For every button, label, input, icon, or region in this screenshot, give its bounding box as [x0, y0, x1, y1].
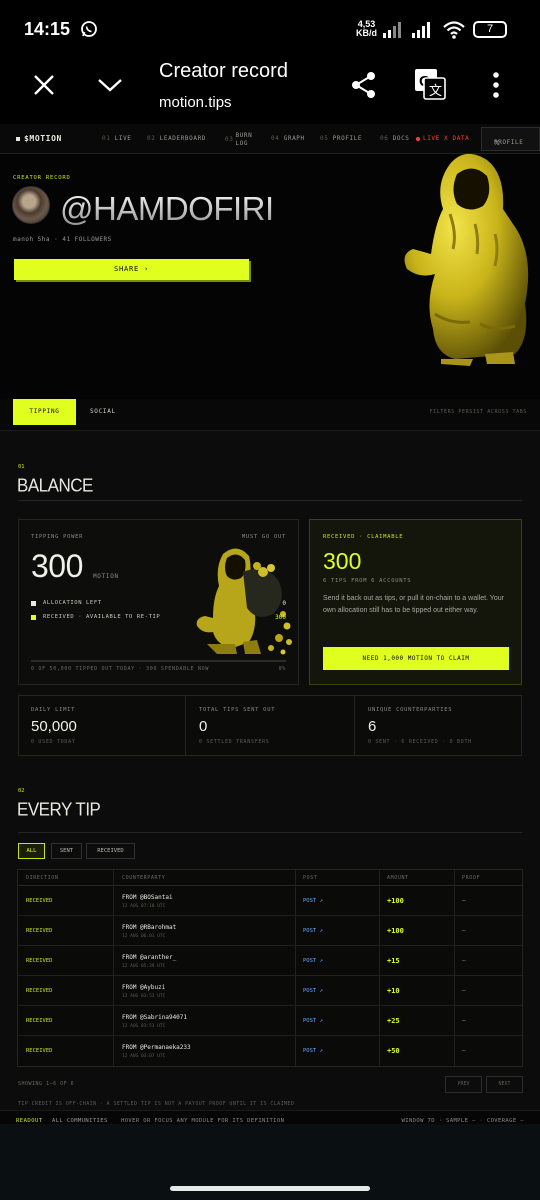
- balance-heading: BALANCE: [17, 475, 93, 496]
- page-url: motion.tips: [159, 94, 232, 111]
- translate-icon[interactable]: G文: [414, 68, 446, 100]
- filter-received[interactable]: RECEIVED: [86, 843, 135, 859]
- next-button[interactable]: NEXT: [486, 1076, 523, 1093]
- table-row[interactable]: RECEIVED FROM @Aybuzi 12 AUG 03:53 UTC P…: [18, 976, 522, 1006]
- table-row[interactable]: RECEIVED FROM @BOSantai 12 AUG 07:10 UTC…: [18, 886, 522, 916]
- pagination-summary: SHOWING 1–6 OF 6: [18, 1081, 75, 1087]
- table-row[interactable]: RECEIVED FROM @Permanaeka233 12 AUG 03:0…: [18, 1036, 522, 1066]
- tipping-power-value: 300: [31, 548, 83, 584]
- nav-item-graph[interactable]: 04 GRAPH: [271, 135, 305, 142]
- stat-total-tips[interactable]: TOTAL TIPS SENT OUT 0 0 SETTLED TRANSFER…: [187, 696, 355, 755]
- legend-received: RECEIVED · AVAILABLE TO RE-TIP 300: [31, 614, 286, 622]
- tipping-power-unit: MOTION: [93, 573, 119, 580]
- signal-icon-2: [412, 22, 430, 38]
- power-footer: 0 OF 50,000 TIPPED OUT TODAY · 300 SPEND…: [31, 666, 210, 672]
- creator-meta: manoh Sha · 41 FOLLOWERS: [13, 236, 112, 243]
- whatsapp-icon: [81, 21, 97, 37]
- wifi-icon: [443, 21, 465, 39]
- claimable-card[interactable]: RECEIVED · CLAIMABLE 300 6 TIPS FROM 6 A…: [309, 519, 522, 685]
- tabs-note: FILTERS PERSIST ACROSS TABS: [429, 409, 527, 415]
- net-speed: 4,53 KB/d: [356, 19, 377, 38]
- filter-all[interactable]: ALL: [18, 843, 45, 859]
- divider: [18, 500, 522, 501]
- tab-social[interactable]: SOCIAL: [90, 399, 116, 425]
- share-button[interactable]: SHARE ›: [14, 259, 249, 280]
- stats-row: DAILY LIMIT 50,000 0 USED TODAY TOTAL TI…: [18, 695, 522, 756]
- divider-2: [18, 832, 522, 833]
- page-title: Creator record: [159, 60, 288, 82]
- profile-button[interactable]: 𝕏 PROFILE: [481, 127, 540, 151]
- share-arrow-icon: ›: [144, 265, 150, 273]
- web-page: $MOTION 01 LIVE 02 LEADERBOARD 03 BURN LO…: [0, 124, 540, 1124]
- signal-icon: [383, 22, 401, 38]
- stat-daily-limit[interactable]: DAILY LIMIT 50,000 0 USED TODAY: [19, 696, 186, 755]
- creator-hero: CREATOR RECORD @HAMDOFIRI manoh Sha · 41…: [0, 154, 540, 399]
- chevron-down-icon[interactable]: [97, 77, 123, 93]
- site-nav: $MOTION 01 LIVE 02 LEADERBOARD 03 BURN LO…: [0, 124, 540, 154]
- system-navigation-area: [0, 1124, 540, 1200]
- share-icon[interactable]: [350, 71, 378, 99]
- live-indicator: LIVE X DATA: [416, 135, 469, 142]
- svg-text:文: 文: [429, 83, 442, 98]
- readout-bar: READOUT ALL COMMUNITIES HOVER OR FOCUS A…: [0, 1110, 540, 1124]
- tab-tipping[interactable]: TIPPING: [13, 399, 76, 425]
- more-options-icon[interactable]: [492, 72, 500, 98]
- post-link[interactable]: POST ↗: [303, 988, 323, 994]
- tips-heading: EVERY TIP: [17, 799, 101, 820]
- brand-square: [16, 136, 20, 141]
- claim-button[interactable]: NEED 1,000 MOTION TO CLAIM: [323, 647, 509, 670]
- browser-toolbar: Creator record motion.tips G文: [0, 52, 540, 124]
- hero-eyebrow: CREATOR RECORD: [13, 175, 71, 181]
- stat-unique-counterparties[interactable]: UNIQUE COUNTERPARTIES 6 0 SENT · 6 RECEI…: [356, 696, 521, 755]
- nav-item-docs[interactable]: 06 DOCS: [380, 135, 410, 142]
- prev-button[interactable]: PREV: [445, 1076, 482, 1093]
- mascot-illustration: [404, 154, 529, 366]
- legend-swatch-yellow: [31, 615, 36, 620]
- progress-bar: [31, 660, 286, 662]
- nav-item-burn-log[interactable]: 03 BURN LOG: [225, 132, 255, 148]
- table-row[interactable]: RECEIVED FROM @aranther_ 12 AUG 05:39 UT…: [18, 946, 522, 976]
- creator-handle: @HAMDOFIRI: [60, 190, 274, 227]
- power-footer-percent: 0%: [278, 666, 286, 672]
- section-number: 01: [18, 464, 25, 470]
- nav-item-leaderboard[interactable]: 02 LEADERBOARD: [147, 135, 206, 142]
- home-gesture-bar[interactable]: [170, 1186, 370, 1191]
- post-link[interactable]: POST ↗: [303, 898, 323, 904]
- section-number-2: 02: [18, 788, 25, 794]
- table-row[interactable]: RECEIVED FROM @RBarohmat 12 AUG 06:01 UT…: [18, 916, 522, 946]
- post-link[interactable]: POST ↗: [303, 928, 323, 934]
- legend-allocation: ALLOCATION LEFT 0: [31, 600, 286, 608]
- close-icon[interactable]: [33, 74, 55, 96]
- legend-swatch-white: [31, 601, 36, 606]
- status-time: 14:15: [24, 19, 71, 39]
- nav-item-profile[interactable]: 05 PROFILE: [320, 135, 362, 142]
- avatar[interactable]: [12, 186, 50, 224]
- status-bar: 14:15 4,53 KB/d 7: [0, 0, 540, 52]
- table-row[interactable]: RECEIVED FROM @Sabrina94071 12 AUG 03:53…: [18, 1006, 522, 1036]
- table-header: DIRECTION COUNTERPARTY POST AMOUNT PROOF: [18, 870, 522, 886]
- battery-icon: 7: [473, 21, 507, 38]
- brand-logo[interactable]: $MOTION: [16, 134, 62, 143]
- filter-sent[interactable]: SENT: [51, 843, 82, 859]
- tipping-power-card[interactable]: TIPPING POWER MUST GO OUT 300 MOTION ALL…: [18, 519, 299, 685]
- claim-description: Send it back out as tips, or pull it on-…: [323, 595, 504, 614]
- tab-bar: TIPPING SOCIAL FILTERS PERSIST ACROSS TA…: [0, 399, 540, 431]
- tips-disclaimer: TIP CREDIT IS OFF-CHAIN · A SETTLED TIP …: [18, 1101, 295, 1107]
- post-link[interactable]: POST ↗: [303, 958, 323, 964]
- live-dot-icon: [416, 136, 420, 141]
- post-link[interactable]: POST ↗: [303, 1018, 323, 1024]
- nav-item-live[interactable]: 01 LIVE: [102, 135, 132, 142]
- claimable-value: 300: [323, 548, 362, 574]
- post-link[interactable]: POST ↗: [303, 1048, 323, 1054]
